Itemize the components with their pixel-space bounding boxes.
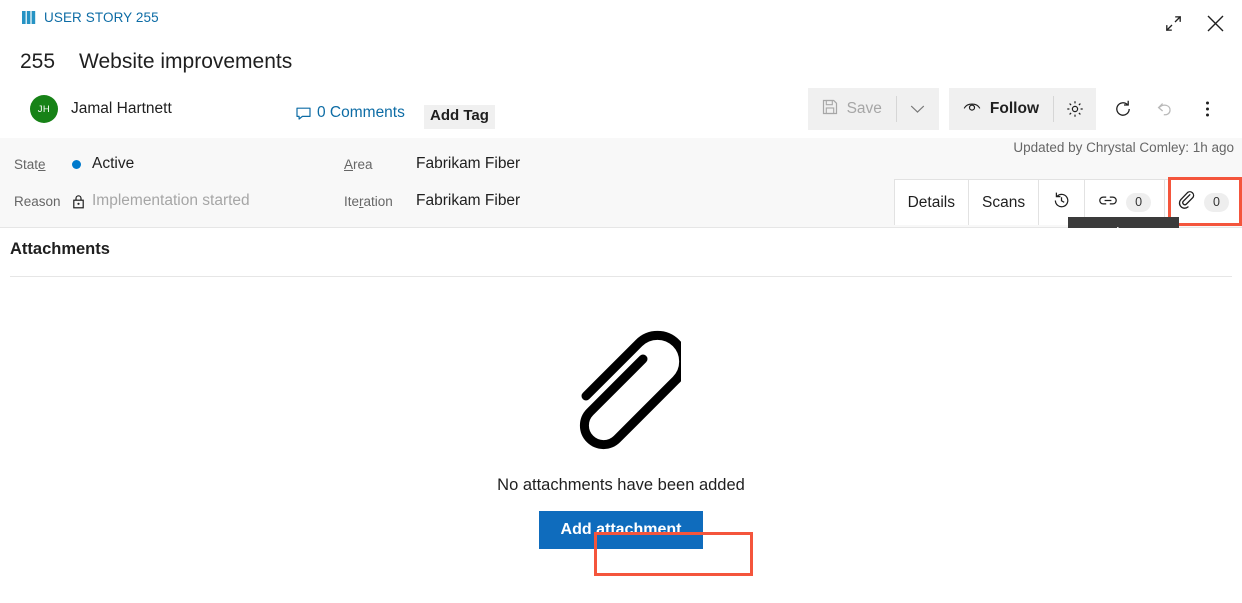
gear-icon[interactable] <box>1054 88 1096 130</box>
follow-button[interactable]: Follow <box>949 88 1053 130</box>
section-divider <box>10 276 1232 277</box>
follow-button-group: Follow <box>948 88 1096 130</box>
field-reason: Reason Implementation started <box>14 188 250 214</box>
more-vertical-icon[interactable] <box>1186 88 1228 130</box>
tab-attachments-count: 0 <box>1204 192 1229 213</box>
eye-icon <box>963 100 981 118</box>
tab-details[interactable]: Details <box>894 180 969 225</box>
save-button-group: Save <box>807 88 939 130</box>
field-area-label: Area <box>344 156 373 172</box>
field-state[interactable]: State Active <box>14 151 134 177</box>
history-icon <box>1052 191 1071 215</box>
assignee-row[interactable]: JH Jamal Hartnett <box>30 95 172 123</box>
comments-label: 0 Comments <box>317 104 405 121</box>
tab-scans-label: Scans <box>982 193 1026 211</box>
save-disk-icon <box>822 99 838 120</box>
follow-label: Follow <box>989 100 1039 117</box>
assignee-name: Jamal Hartnett <box>71 100 172 117</box>
tab-links-count: 0 <box>1126 192 1152 213</box>
undo-icon[interactable] <box>1144 88 1186 130</box>
work-item-type-label: USER STORY 255 <box>44 10 159 25</box>
field-state-label: State <box>14 156 46 172</box>
comment-icon <box>296 107 311 120</box>
updated-by-text: Updated by Chrystal Comley: 1h ago <box>1013 140 1234 155</box>
tab-scans[interactable]: Scans <box>969 180 1040 225</box>
field-area[interactable]: Area Fabrikam Fiber <box>344 151 520 177</box>
field-reason-label: Reason <box>14 193 61 209</box>
field-iteration-value: Fabrikam Fiber <box>416 192 521 209</box>
work-item-type-breadcrumb[interactable]: USER STORY 255 <box>22 10 159 25</box>
avatar: JH <box>30 95 58 123</box>
field-state-value: Active <box>92 155 135 172</box>
field-iteration-label: Iteration <box>344 193 393 209</box>
state-dot-icon <box>72 159 92 169</box>
save-button[interactable]: Save <box>808 88 896 130</box>
field-area-value: Fabrikam Fiber <box>416 155 521 172</box>
save-options-chevron-down-icon[interactable] <box>897 88 939 130</box>
empty-state-message: No attachments have been added <box>497 476 745 494</box>
refresh-icon[interactable] <box>1102 88 1144 130</box>
field-reason-value: Implementation started <box>92 192 250 209</box>
work-item-header: USER STORY 255 255 Website improvements … <box>0 0 1242 138</box>
attachments-panel: Attachments No attachments have been add… <box>0 228 1242 603</box>
work-item-title-row: 255 Website improvements <box>20 50 292 74</box>
tab-details-label: Details <box>907 193 955 211</box>
add-attachment-button[interactable]: Add attachment <box>538 511 704 549</box>
work-item-title[interactable]: Website improvements <box>79 50 292 74</box>
add-tag-button[interactable]: Add Tag <box>424 105 495 129</box>
field-iteration[interactable]: Iteration Fabrikam Fiber <box>344 188 520 214</box>
save-label: Save <box>846 100 882 117</box>
lock-icon <box>72 194 92 209</box>
avatar-initials: JH <box>37 103 51 115</box>
link-icon <box>1098 194 1118 212</box>
comments-link[interactable]: 0 Comments <box>296 104 405 122</box>
attachments-empty-state: No attachments have been added Add attac… <box>0 318 1242 549</box>
window-controls <box>1156 8 1232 38</box>
work-item-dialog: USER STORY 255 255 Website improvements … <box>0 0 1242 603</box>
work-item-id: 255 <box>20 50 56 73</box>
page-title: Attachments <box>10 240 110 258</box>
close-icon[interactable] <box>1198 8 1232 38</box>
restore-down-icon[interactable] <box>1156 8 1190 38</box>
paperclip-illustration <box>561 318 681 458</box>
paperclip-icon <box>1178 190 1196 215</box>
work-item-toolbar: Save Follow <box>807 88 1228 130</box>
user-story-icon <box>22 11 37 24</box>
